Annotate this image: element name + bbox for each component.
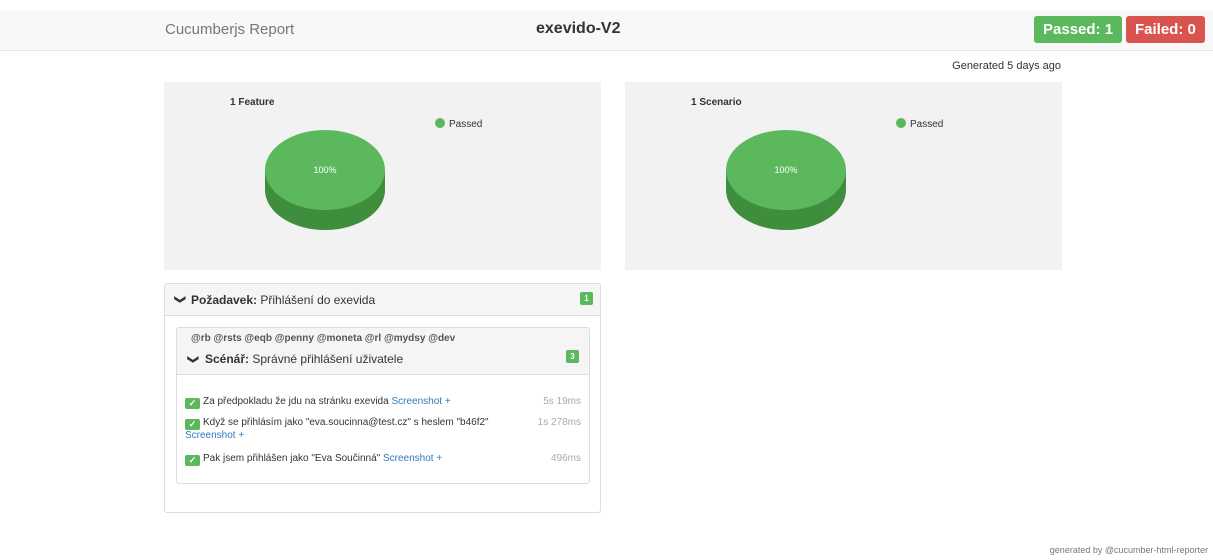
generated-timestamp: Generated 5 days ago: [952, 60, 1061, 72]
chevron-down-icon[interactable]: ❯: [187, 355, 200, 364]
feature-header[interactable]: ❯ Požadavek: Přihlášení do exevida 1: [165, 284, 600, 316]
screenshot-link[interactable]: Screenshot +: [383, 453, 442, 464]
chart-legend[interactable]: Passed: [435, 118, 482, 130]
screenshot-link[interactable]: Screenshot +: [185, 430, 244, 441]
scenario-title: Scénář: Správné přihlášení uživatele: [205, 352, 403, 366]
step-row: ✓ Pak jsem přihlášen jako "Eva Součinná" …: [185, 453, 581, 466]
legend-passed-marker: [896, 118, 906, 128]
pie-slice-label: 100%: [774, 165, 797, 175]
step-duration: 1s 278ms: [537, 417, 581, 428]
failed-count-badge: Failed: 0: [1126, 16, 1205, 43]
legend-passed-marker: [435, 118, 445, 128]
scenario-name: Správné přihlášení uživatele: [252, 352, 404, 366]
features-chart-panel: 1 Feature Passed 100%: [164, 82, 601, 270]
feature-name: Přihlášení do exevida: [260, 293, 376, 307]
legend-label: Passed: [449, 119, 483, 130]
feature-panel: ❯ Požadavek: Přihlášení do exevida 1 @rb…: [164, 283, 601, 513]
step-text: Pak jsem přihlášen jako "Eva Součinná": [203, 453, 381, 464]
scenario-header[interactable]: @rb @rsts @eqb @penny @moneta @rl @mydsy…: [177, 328, 589, 375]
step-duration: 496ms: [550, 453, 581, 464]
feature-keyword: Požadavek:: [191, 293, 258, 307]
chart-legend[interactable]: Passed: [896, 118, 943, 130]
step-text: Za předpokladu že jdu na stránku exevida: [203, 396, 389, 407]
scenarios-pie-chart: 100%: [726, 130, 846, 230]
step-row: ✓ Za předpokladu že jdu na stránku exevid…: [185, 396, 581, 409]
chart-title: 1 Scenario: [691, 97, 742, 108]
step-row: ✓ Když se přihlásím jako "eva.soucinna@te…: [185, 417, 581, 442]
legend-label: Passed: [910, 119, 944, 130]
scenario-step-count-badge: 3: [566, 350, 579, 363]
screenshot-link[interactable]: Screenshot +: [391, 396, 450, 407]
scenario-keyword: Scénář:: [205, 352, 250, 366]
footer-credit: generated by @cucumber-html-reporter: [1049, 545, 1208, 555]
check-icon: ✓: [185, 419, 200, 430]
pie-slice-label: 100%: [313, 165, 336, 175]
chevron-down-icon[interactable]: ❯: [174, 295, 187, 304]
features-pie-chart: 100%: [265, 130, 385, 230]
chart-title: 1 Feature: [230, 97, 275, 108]
scenario-tags: @rb @rsts @eqb @penny @moneta @rl @mydsy…: [191, 333, 456, 344]
step-text: Když se přihlásím jako "eva.soucinna@tes…: [203, 417, 489, 428]
project-title: exevido-V2: [536, 20, 621, 37]
check-icon: ✓: [185, 398, 200, 409]
feature-scenario-count-badge: 1: [580, 292, 593, 305]
check-icon: ✓: [185, 455, 200, 466]
step-duration: 5s 19ms: [543, 396, 581, 407]
feature-title: Požadavek: Přihlášení do exevida: [191, 293, 375, 307]
brand-title[interactable]: Cucumberjs Report: [165, 21, 294, 38]
scenario-panel: @rb @rsts @eqb @penny @moneta @rl @mydsy…: [176, 327, 590, 484]
navbar: Cucumberjs Report exevido-V2 Passed: 1 F…: [0, 10, 1213, 51]
scenarios-chart-panel: 1 Scenario Passed 100%: [625, 82, 1062, 270]
passed-count-badge: Passed: 1: [1034, 16, 1123, 43]
